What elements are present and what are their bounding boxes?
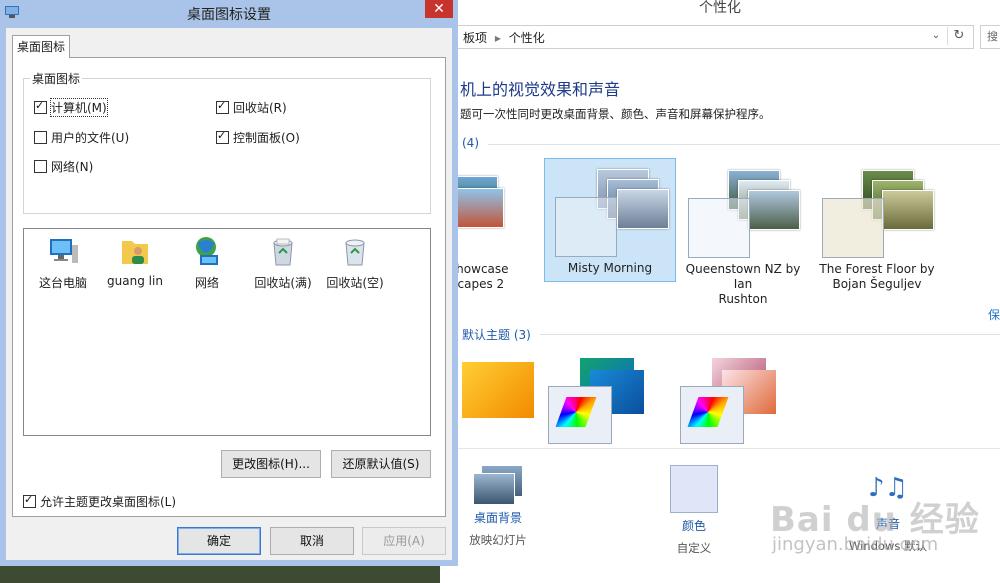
ok-button[interactable]: 确定: [177, 527, 261, 555]
checkbox-box[interactable]: [34, 131, 47, 144]
cancel-button[interactable]: 取消: [270, 527, 354, 555]
checkbox-computer[interactable]: 计算机(M): [34, 98, 108, 117]
color-label: 颜色: [681, 519, 706, 533]
checkbox-box[interactable]: [216, 99, 229, 114]
checkbox-label: 允许主题更改桌面图标(L): [40, 495, 177, 509]
desktop-icon-settings-dialog: 桌面图标设置 ✕ 桌面图标 桌面图标 计算机(M) 回收站(R) 用户的文件(U…: [0, 0, 458, 566]
icon-label: 网络: [194, 276, 219, 290]
icon-label: 这台电脑: [38, 276, 87, 290]
recycle-bin-empty-icon: [345, 239, 365, 266]
page-heading: 机上的视觉效果和声音: [460, 80, 621, 99]
my-themes-group-label: (4): [462, 136, 479, 150]
checkbox-box[interactable]: [23, 493, 36, 508]
default-themes-group-label: 默认主题 (3): [462, 328, 531, 342]
icon-item-recycle-bin-empty[interactable]: 回收站(空): [320, 235, 390, 291]
theme-item[interactable]: Queenstown NZ by Ian Rushton: [678, 160, 808, 306]
window-title: 个性化: [440, 0, 1000, 20]
refresh-icon[interactable]: ↻: [947, 27, 970, 45]
theme-caption: Misty Morning: [567, 261, 653, 275]
color-palette-icon: [680, 386, 744, 444]
theme-thumbnail: [555, 165, 669, 257]
checkbox-label: 网络(N): [51, 160, 94, 174]
desktop-background-label: 桌面背景: [473, 511, 522, 525]
checkbox-box[interactable]: [216, 129, 229, 144]
theme-thumbnail: [462, 362, 534, 418]
checkbox-label: 用户的文件(U): [51, 131, 130, 145]
dialog-body: 桌面图标 桌面图标 计算机(M) 回收站(R) 用户的文件(U): [6, 28, 452, 560]
theme-thumbnail: [822, 166, 934, 258]
personalization-window: 个性化 板项 ▸ 个性化 ⌄ ↻ 搜 机上的视觉效果和声音 题可一次性同时更改桌…: [390, 0, 1000, 583]
computer-icon: [50, 239, 78, 263]
chevron-down-icon[interactable]: ⌄: [929, 28, 943, 44]
icon-label: guang lin: [107, 274, 163, 288]
theme-item[interactable]: The Forest Floor by Bojan Šeguljev: [812, 160, 942, 291]
divider: [540, 334, 1000, 335]
color-link[interactable]: 颜色 自定义: [662, 465, 726, 556]
change-icon-button[interactable]: 更改图标(H)...: [221, 450, 321, 478]
close-icon: ✕: [433, 1, 445, 17]
checkbox-label: 计算机(M): [50, 98, 108, 117]
desktop-background-value: 放映幻灯片: [469, 533, 527, 547]
group-title: 桌面图标: [30, 70, 83, 87]
save-theme-link[interactable]: 保: [988, 306, 1000, 323]
dialog-title: 桌面图标设置: [187, 7, 271, 23]
icon-label: 回收站(空): [326, 276, 384, 290]
desktop-icons-group: 桌面图标 计算机(M) 回收站(R) 用户的文件(U) 控制面板(O): [23, 70, 431, 214]
theme-caption: The Forest Floor by Bojan Šeguljev: [819, 262, 935, 291]
desktop-background-link[interactable]: 桌面背景 放映幻灯片: [466, 465, 530, 548]
checkbox-user-files[interactable]: 用户的文件(U): [34, 129, 129, 146]
divider: [488, 144, 1000, 145]
theme-thumbnail: [688, 166, 800, 258]
icon-item-network[interactable]: 网络: [172, 235, 242, 291]
dialog-titlebar[interactable]: 桌面图标设置 ✕: [0, 0, 458, 26]
icon-item-user-folder[interactable]: guang lin: [100, 235, 170, 288]
checkbox-label: 控制面板(O): [233, 131, 300, 145]
close-button[interactable]: ✕: [425, 0, 453, 18]
checkbox-box[interactable]: [34, 99, 47, 114]
theme-caption: Queenstown NZ by Ian Rushton: [685, 262, 801, 306]
recycle-bin-full-icon: [273, 238, 293, 266]
icon-label: 回收站(满): [254, 276, 312, 290]
desktop-background-icon: [473, 465, 523, 505]
restore-default-button[interactable]: 还原默认值(S): [331, 450, 431, 478]
checkbox-control-panel[interactable]: 控制面板(O): [216, 129, 300, 146]
user-folder-icon: [122, 241, 148, 264]
tab-desktop-icons[interactable]: 桌面图标: [12, 35, 70, 58]
checkbox-allow-themes[interactable]: 允许主题更改桌面图标(L): [23, 493, 176, 510]
network-icon: [196, 237, 218, 265]
address-bar[interactable]: 板项 ▸ 个性化 ⌄ ↻: [440, 25, 974, 49]
checkbox-box[interactable]: [34, 160, 47, 173]
watermark-url: jingyan.baidu.com: [772, 534, 939, 555]
page-subheading: 题可一次性同时更改桌面背景、颜色、声音和屏幕保护程序。: [460, 107, 771, 121]
apply-button[interactable]: 应用(A): [362, 527, 446, 555]
theme-item-selected[interactable]: Misty Morning: [544, 158, 676, 282]
checkbox-recycle-bin[interactable]: 回收站(R): [216, 99, 287, 116]
theme-item[interactable]: [548, 354, 678, 444]
tab-panel: 桌面图标 计算机(M) 回收站(R) 用户的文件(U) 控制面板(O): [12, 57, 446, 517]
icon-item-recycle-bin-full[interactable]: 回收站(满): [248, 235, 318, 291]
color-swatch-icon: [670, 465, 718, 513]
icon-list[interactable]: 这台电脑 guang lin 网络 回收站(满) 回收站(空): [23, 228, 431, 436]
color-value: 自定义: [676, 541, 712, 555]
theme-item[interactable]: [680, 354, 810, 444]
icon-item-this-pc[interactable]: 这台电脑: [28, 235, 98, 291]
address-path[interactable]: 板项 ▸ 个性化: [463, 29, 545, 46]
search-input[interactable]: 搜: [980, 25, 1000, 49]
checkbox-network[interactable]: 网络(N): [34, 158, 93, 175]
color-palette-icon: [548, 386, 612, 444]
checkbox-label: 回收站(R): [233, 101, 287, 115]
